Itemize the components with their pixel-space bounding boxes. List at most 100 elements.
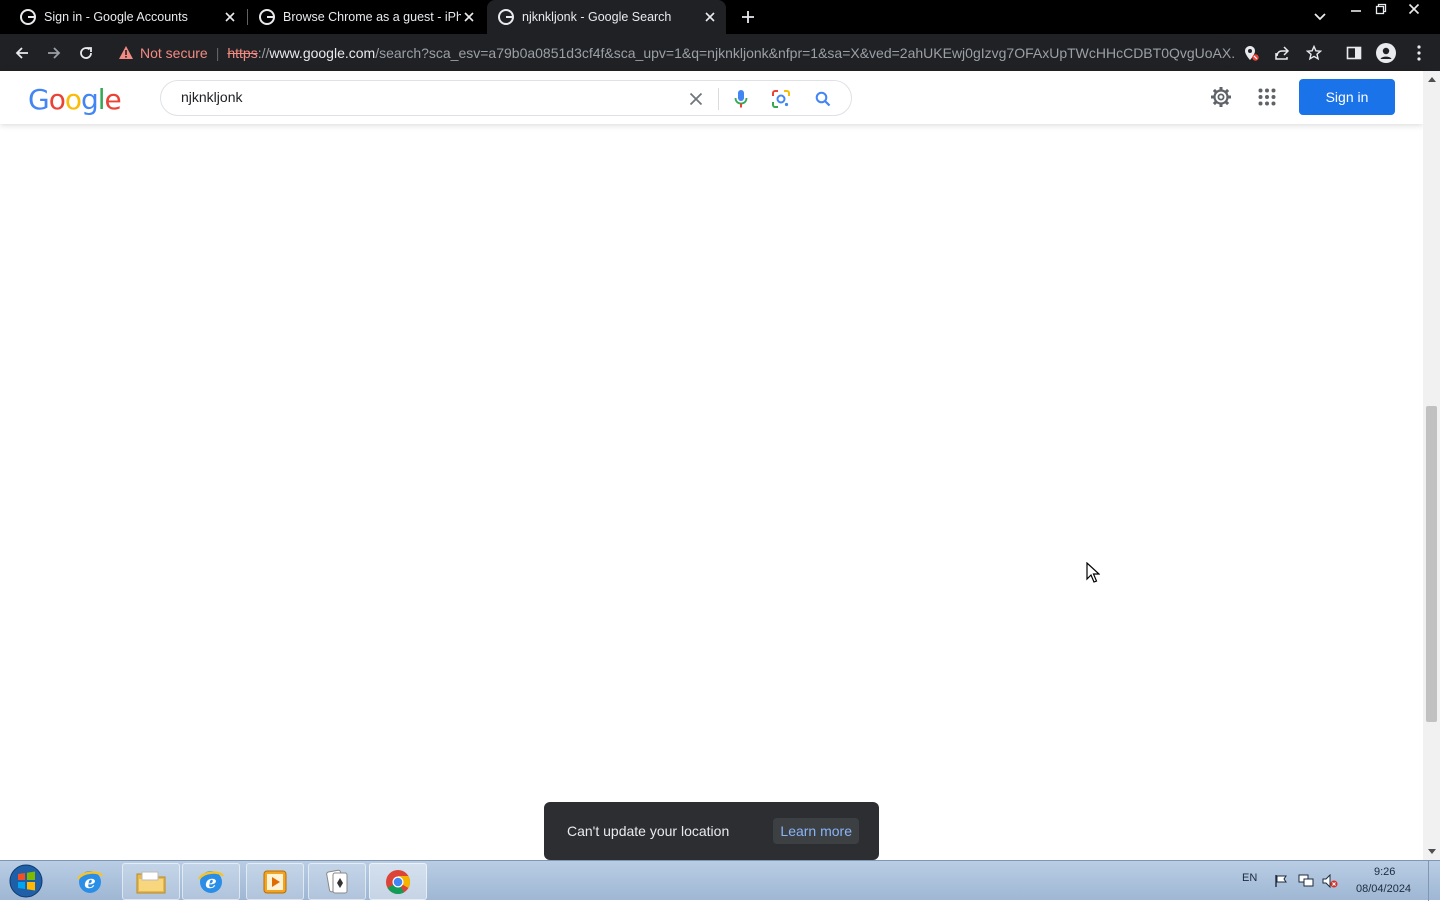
avatar-icon [1376,43,1396,63]
folder-icon [136,871,166,893]
search-box [160,80,852,116]
gear-icon [1211,87,1231,107]
scroll-down-arrow[interactable] [1423,843,1440,860]
restore-button[interactable] [1366,0,1396,18]
side-panel-icon [1346,46,1362,60]
warning-icon[interactable] [118,45,134,61]
network-icon [1298,874,1314,887]
url-scheme: https [227,44,258,61]
taskbar-solitaire[interactable] [308,863,366,900]
scroll-thumb[interactable] [1426,406,1437,722]
logo-letter: e [104,83,122,116]
google-logo[interactable]: Google [28,83,122,116]
language-indicator[interactable]: EN [1242,872,1257,884]
show-desktop-button[interactable] [1428,861,1440,901]
action-center-button[interactable] [1273,873,1289,889]
share-button[interactable] [1269,40,1295,66]
menu-button[interactable] [1406,40,1432,66]
volume-muted-icon [1322,874,1338,888]
search-divider [718,88,719,110]
tab-strip: Sign in - Google Accounts Browse Chrome … [0,0,1440,34]
location-blocked-icon [1245,46,1259,61]
close-tab-icon[interactable] [702,9,718,25]
clock-date[interactable]: 08/04/2024 [1356,883,1411,895]
volume-button[interactable] [1322,873,1338,889]
tab-google-search[interactable]: njknkljonk - Google Search [487,0,726,34]
url-path: /search?sca_esv=a79b0a0851d3cf4f&sca_upv… [375,44,1236,61]
learn-more-link[interactable]: Learn more [773,818,859,844]
close-tab-icon[interactable] [461,9,477,25]
mouse-pointer-icon [1086,562,1100,583]
more-vert-icon [1417,45,1421,61]
arrow-right-icon [48,47,61,59]
browser-toolbar: Not secure | https://www.google.com/sear… [0,34,1440,71]
back-button[interactable] [9,40,35,66]
google-favicon-icon [259,9,275,25]
playing-cards-icon [326,869,348,893]
svg-text:e: e [205,872,216,893]
snackbar-message: Can't update your location [567,823,730,839]
close-tab-icon[interactable] [222,9,238,25]
scroll-up-arrow[interactable] [1423,71,1440,88]
new-tab-button[interactable] [737,6,759,28]
apps-grid-icon [1258,88,1276,106]
forward-button[interactable] [41,40,67,66]
apps-button[interactable] [1255,85,1279,109]
star-icon [1306,45,1322,61]
logo-letter: o [64,83,82,116]
image-search-button[interactable] [770,88,792,110]
caret-up-icon [1427,77,1436,82]
clear-search-button[interactable] [685,88,707,110]
microphone-icon [734,90,748,108]
google-favicon-icon [20,9,36,25]
settings-button[interactable] [1209,85,1233,109]
share-icon [1275,46,1290,60]
windows-taskbar: e e EN 9:26 08/04/2024 [0,860,1440,901]
caret-down-icon [1427,849,1436,854]
blocked-content-button[interactable] [1238,40,1264,66]
tab-search-button[interactable] [1310,8,1330,26]
svg-text:e: e [84,872,95,893]
network-button[interactable] [1298,873,1314,889]
sign-in-button[interactable]: Sign in [1299,79,1395,115]
not-secure-label[interactable]: Not secure [140,45,208,61]
start-button[interactable] [6,863,46,899]
logo-letter: l [97,83,106,116]
address-bar[interactable]: Not secure | https://www.google.com/sear… [108,37,1236,68]
voice-search-button[interactable] [730,88,752,110]
bookmark-button[interactable] [1301,40,1327,66]
taskbar-internet-explorer[interactable]: e [61,863,119,900]
google-header: Google Sign in [0,71,1423,124]
taskbar-internet-explorer-window[interactable]: e [182,863,240,900]
media-player-icon [263,870,287,893]
internet-explorer-icon: e [76,870,104,893]
side-panel-button[interactable] [1341,40,1367,66]
taskbar-file-explorer[interactable] [122,863,180,900]
close-icon [689,92,703,106]
taskbar-media-player[interactable] [246,863,304,900]
page-scrollbar[interactable] [1423,71,1440,860]
search-input[interactable] [181,89,661,105]
tab-sign-in[interactable]: Sign in - Google Accounts [0,0,246,34]
minimize-icon [1351,10,1361,12]
profile-button[interactable] [1373,40,1399,66]
search-icon [815,91,831,107]
chrome-icon [386,869,411,894]
tab-browse-guest[interactable]: Browse Chrome as a guest - iPhone [248,0,485,34]
internet-explorer-icon: e [197,870,225,893]
location-snackbar: Can't update your location Learn more [544,802,879,860]
clock-time[interactable]: 9:26 [1374,866,1395,878]
restore-icon [1375,3,1387,15]
close-window-button[interactable] [1399,0,1429,18]
taskbar-chrome[interactable] [369,863,427,900]
tab-title: Browse Chrome as a guest - iPhone [283,10,461,24]
chevron-down-icon [1314,13,1326,21]
url-separator: :// [257,44,270,61]
google-favicon-icon [498,9,514,25]
url-text[interactable]: https://www.google.com/search?sca_esv=a7… [227,45,1236,61]
reload-button[interactable] [73,40,99,66]
omnibox-divider: | [215,44,220,61]
search-button[interactable] [812,88,834,110]
close-icon [1408,3,1420,15]
arrow-left-icon [15,47,28,59]
